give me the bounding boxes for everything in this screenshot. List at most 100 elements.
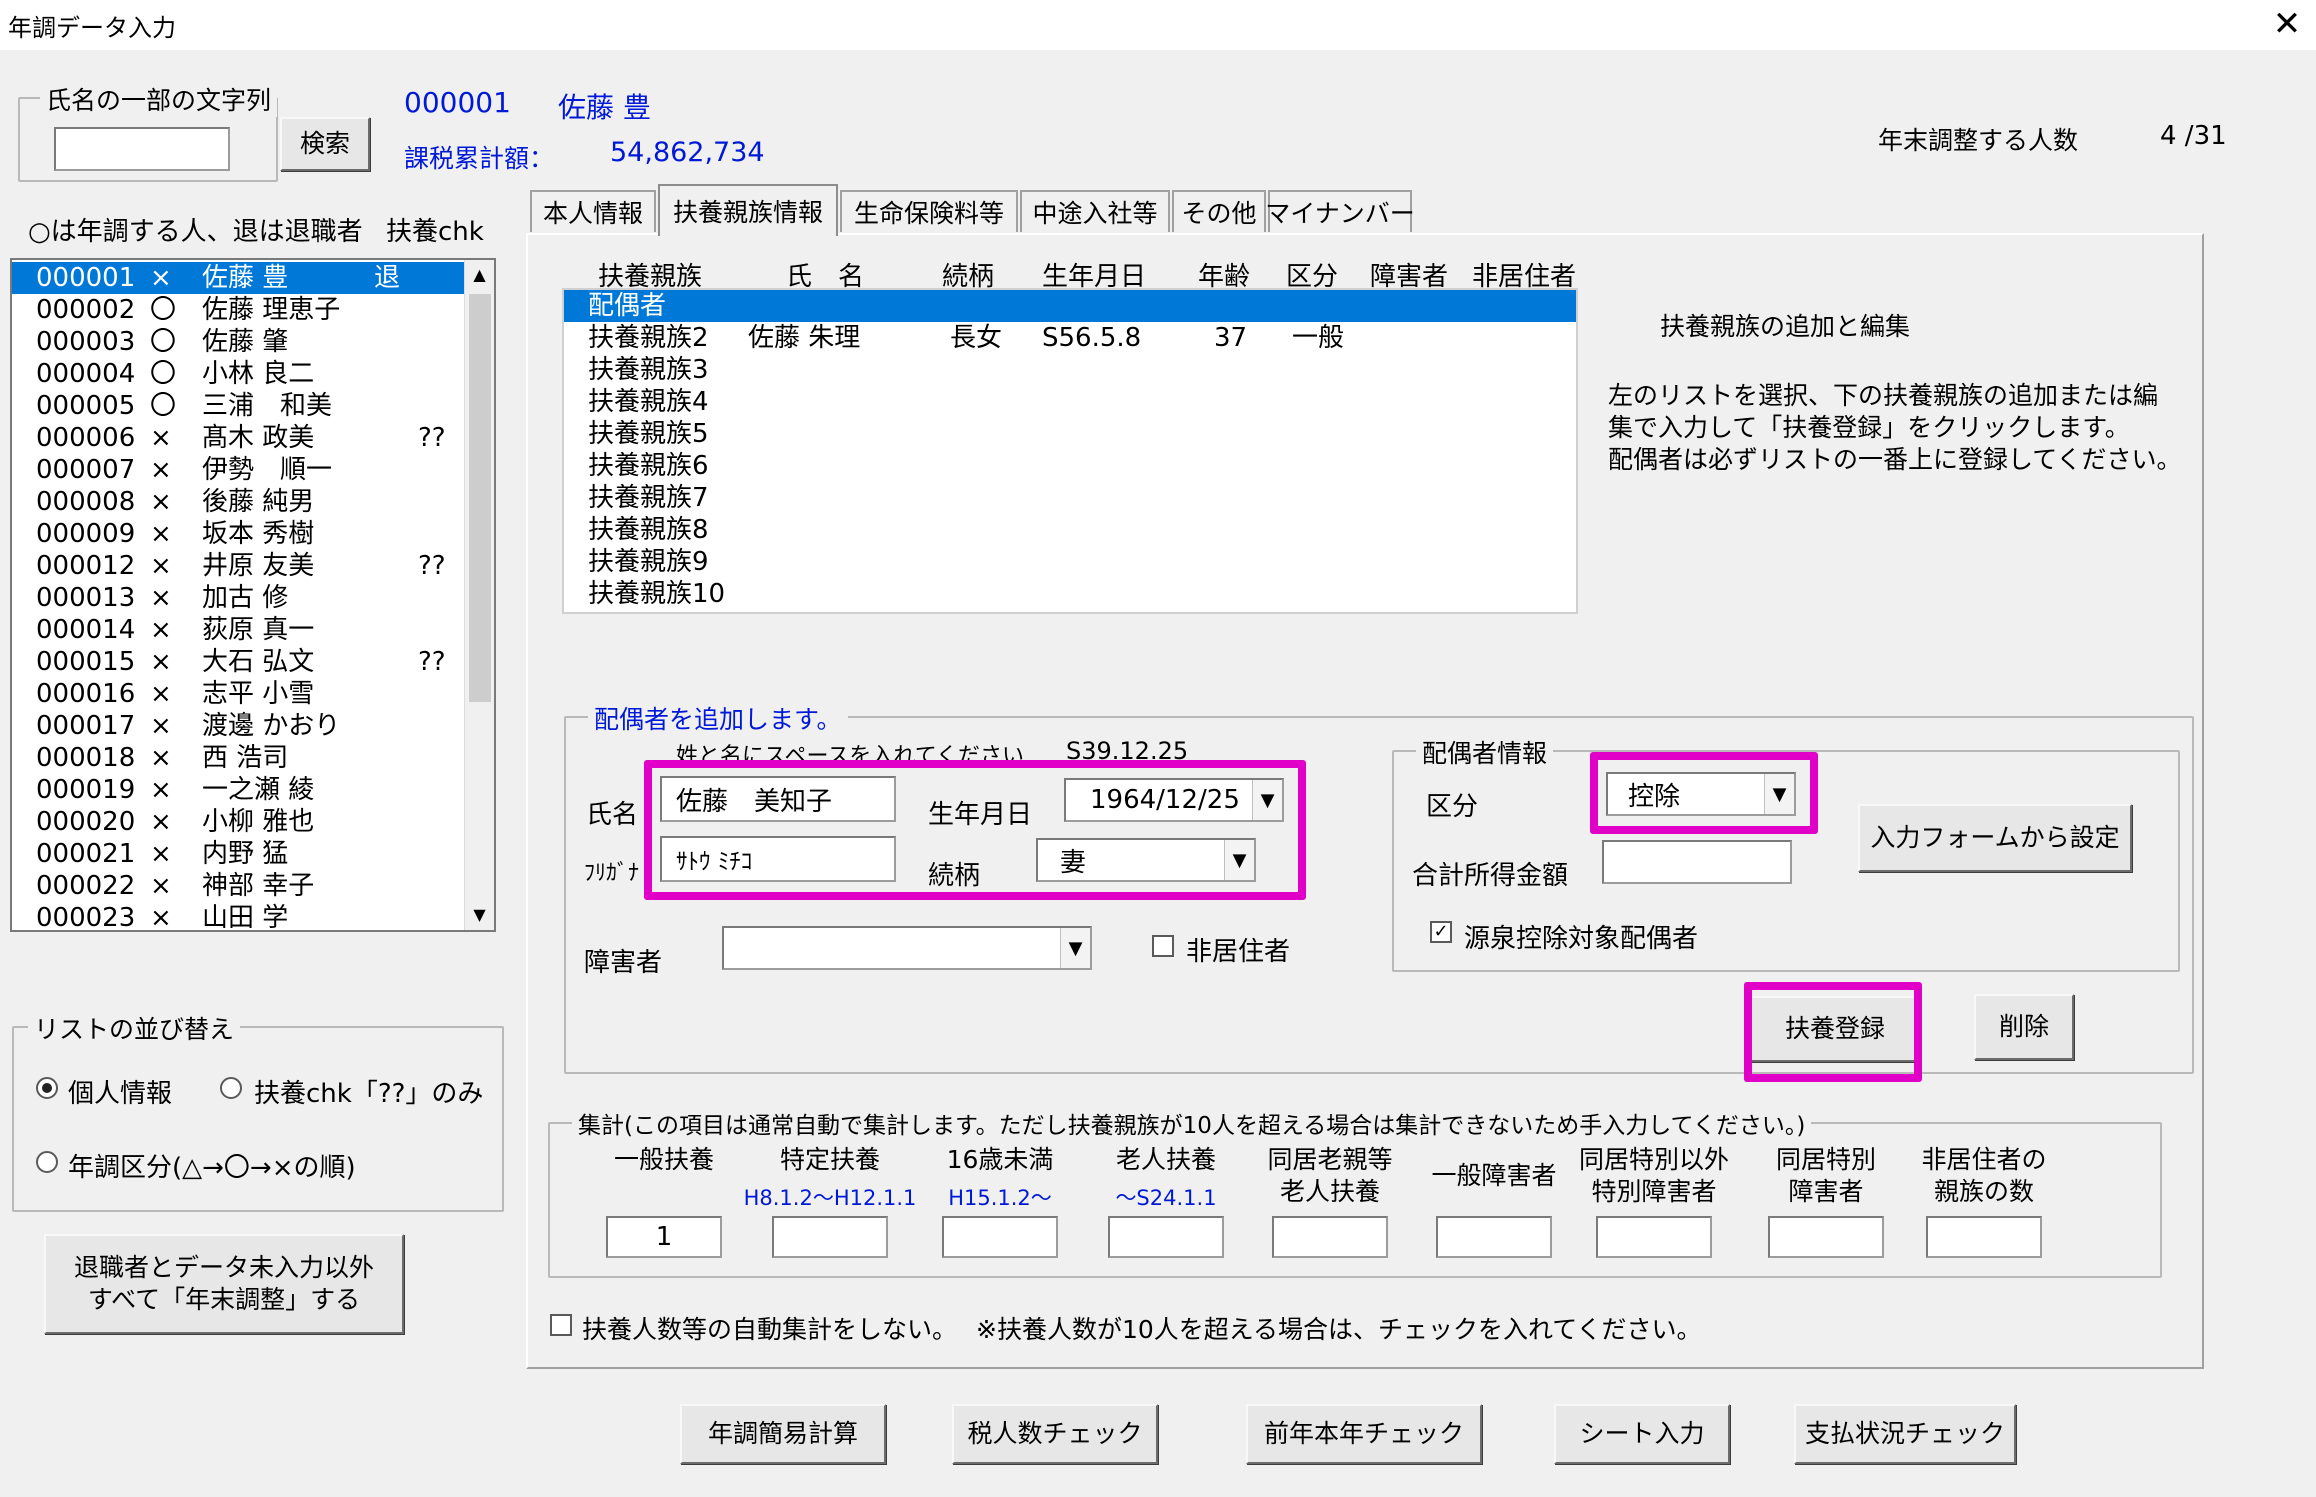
dependent-list-item[interactable]: 配偶者 xyxy=(564,290,1576,322)
tab-life-insurance[interactable]: 生命保険料等 xyxy=(840,190,1018,232)
dependent-list-item[interactable]: 扶養親族9 xyxy=(564,546,1576,578)
dependent-list-item[interactable]: 扶養親族5 xyxy=(564,418,1576,450)
employee-id-cell: 000012 xyxy=(36,551,136,581)
employee-list-item[interactable]: 000016 × 志平 小雪 xyxy=(12,678,466,710)
sort-radio-personal[interactable] xyxy=(36,1077,58,1099)
totals-input[interactable] xyxy=(1768,1216,1884,1258)
totals-input[interactable] xyxy=(1596,1216,1712,1258)
employee-mark-cell: × xyxy=(150,519,172,549)
employee-list-item[interactable]: 000006 × 髙木 政美?? xyxy=(12,422,466,454)
kana-input[interactable]: ｻﾄｳ ﾐﾁｺ xyxy=(660,836,896,882)
employee-list-item[interactable]: 000001 × 佐藤 豊 退 xyxy=(12,262,466,294)
dependent-list-item[interactable]: 扶養親族4 xyxy=(564,386,1576,418)
shogai-dropdown-icon[interactable]: ▼ xyxy=(1060,928,1090,968)
relation-dropdown-icon[interactable]: ▼ xyxy=(1224,840,1254,880)
employee-list-item[interactable]: 000021 × 内野 猛 xyxy=(12,838,466,870)
totals-input[interactable] xyxy=(1108,1216,1224,1258)
employee-list-item[interactable]: 000008 × 後藤 純男 xyxy=(12,486,466,518)
dependent-list-item[interactable]: 扶養親族2 佐藤 朱理 長女 S56.5.8 37 一般 xyxy=(564,322,1576,354)
income-input[interactable] xyxy=(1602,840,1792,884)
totals-input[interactable] xyxy=(1926,1216,2042,1258)
employee-list-scrollbar[interactable]: ▲ ▼ xyxy=(464,260,494,930)
employee-list-item[interactable]: 000018 × 西 浩司 xyxy=(12,742,466,774)
bulk-adjust-button[interactable]: 退職者とデータ未入力以外 すべて「年末調整」する xyxy=(44,1234,404,1334)
employee-mark-cell: × xyxy=(150,711,172,741)
spouse-kubun-dropdown[interactable]: 控除 ▼ xyxy=(1606,772,1796,816)
prev-year-check-button[interactable]: 前年本年チェック xyxy=(1246,1404,1482,1464)
totals-input[interactable] xyxy=(1436,1216,1552,1258)
edit-group-label: 配偶者を追加します。 xyxy=(588,700,848,736)
employee-name-cell: 志平 小雪 xyxy=(202,679,315,709)
no-auto-total-checkbox[interactable] xyxy=(550,1314,572,1336)
payment-check-button[interactable]: 支払状況チェック xyxy=(1794,1404,2016,1464)
birth-label: 生年月日 xyxy=(928,800,1033,830)
close-icon[interactable]: ✕ xyxy=(2264,2,2310,46)
scroll-up-icon[interactable]: ▲ xyxy=(465,260,494,290)
totals-input[interactable]: 1 xyxy=(606,1216,722,1258)
employee-list-item[interactable]: 000014 × 荻原 真一 xyxy=(12,614,466,646)
input-form-setup-button[interactable]: 入力フォームから設定 xyxy=(1858,804,2132,872)
employee-list-item[interactable]: 000007 × 伊勢 順一 xyxy=(12,454,466,486)
search-input[interactable] xyxy=(54,127,230,171)
dependent-list-item[interactable]: 扶養親族8 xyxy=(564,514,1576,546)
sheet-input-button[interactable]: シート入力 xyxy=(1554,1404,1730,1464)
name-input[interactable]: 佐藤 美知子 xyxy=(660,776,896,822)
birth-dropdown[interactable]: 1964/12/25 ▼ xyxy=(1064,778,1284,822)
gensen-checkbox[interactable]: ✓ xyxy=(1430,921,1452,943)
dependent-age-cell: 37 xyxy=(1214,323,1248,353)
tab-mid-join[interactable]: 中途入社等 xyxy=(1020,190,1170,232)
employee-mark-cell: 〇 xyxy=(150,359,177,389)
dependent-type-cell: 扶養親族4 xyxy=(588,387,709,417)
dependent-list-item[interactable]: 扶養親族10 xyxy=(564,578,1576,610)
employee-list-item[interactable]: 000013 × 加古 修 xyxy=(12,582,466,614)
relation-dropdown[interactable]: 妻 ▼ xyxy=(1036,838,1256,882)
nonresident-checkbox[interactable] xyxy=(1152,935,1174,957)
shogai-dropdown[interactable]: ▼ xyxy=(722,926,1092,970)
dependents-list[interactable]: 配偶者 扶養親族2 佐藤 朱理 長女 S56.5.8 37 一般 扶養親族3 扶養親族4 扶養親族… xyxy=(562,288,1578,614)
dependent-list-item[interactable]: 扶養親族6 xyxy=(564,450,1576,482)
employee-list-item[interactable]: 000009 × 坂本 秀樹 xyxy=(12,518,466,550)
tab-dependents[interactable]: 扶養親族情報 xyxy=(658,184,838,236)
totals-input[interactable] xyxy=(772,1216,888,1258)
dependent-type-cell: 扶養親族6 xyxy=(588,451,709,481)
spouse-kubun-dropdown-icon[interactable]: ▼ xyxy=(1764,774,1794,814)
edit-hint: 姓と名にスペースを入れてください xyxy=(676,744,1025,769)
totals-header: 同居特別以外 xyxy=(1578,1145,1729,1174)
employee-list-item[interactable]: 000023 × 山田 学 xyxy=(12,902,466,930)
employee-mark-cell: × xyxy=(150,583,172,613)
scroll-down-icon[interactable]: ▼ xyxy=(465,900,494,930)
employee-list-item[interactable]: 000019 × 一之瀬 綾 xyxy=(12,774,466,806)
dependent-list-item[interactable]: 扶養親族7 xyxy=(564,482,1576,514)
search-button[interactable]: 検索 xyxy=(280,117,370,171)
employee-list-item[interactable]: 000012 × 井原 友美?? xyxy=(12,550,466,582)
employee-name-cell: 山田 学 xyxy=(202,903,289,930)
birth-dropdown-icon[interactable]: ▼ xyxy=(1252,780,1282,820)
dependent-list-item[interactable]: 扶養親族3 xyxy=(564,354,1576,386)
register-dependent-button[interactable]: 扶養登録 xyxy=(1750,996,1920,1062)
employee-id-cell: 000002 xyxy=(36,295,136,325)
simple-calc-button[interactable]: 年調簡易計算 xyxy=(680,1404,886,1464)
employee-name-cell: 西 浩司 xyxy=(202,743,289,773)
sort-radio-kubun[interactable] xyxy=(36,1151,58,1173)
spouse-info-label: 配偶者情報 xyxy=(1416,734,1554,770)
sort-group-label: リストの並び替え xyxy=(28,1010,241,1046)
employee-list-item[interactable]: 000003 〇佐藤 肇 xyxy=(12,326,466,358)
employee-list-item[interactable]: 000017 × 渡邊 かおり xyxy=(12,710,466,742)
employee-list-item[interactable]: 000015 × 大石 弘文?? xyxy=(12,646,466,678)
totals-input[interactable] xyxy=(942,1216,1058,1258)
employee-name-cell: 大石 弘文 xyxy=(202,647,315,677)
employee-list-item[interactable]: 000002 〇佐藤 理恵子 xyxy=(12,294,466,326)
employee-list-item[interactable]: 000004 〇小林 良二 xyxy=(12,358,466,390)
tab-mynumber[interactable]: マイナンバー xyxy=(1265,190,1415,232)
employee-list-item[interactable]: 000005 〇三浦 和美 xyxy=(12,390,466,422)
employee-list[interactable]: 000001 × 佐藤 豊退 000002 〇佐藤 理恵子 000003 〇佐藤 肇 0000… xyxy=(10,258,496,932)
delete-dependent-button[interactable]: 削除 xyxy=(1974,994,2074,1060)
employee-list-item[interactable]: 000020 × 小柳 雅也 xyxy=(12,806,466,838)
scroll-thumb[interactable] xyxy=(469,294,491,702)
tax-count-check-button[interactable]: 税人数チェック xyxy=(952,1404,1158,1464)
sort-radio-chk[interactable] xyxy=(220,1077,242,1099)
totals-input[interactable] xyxy=(1272,1216,1388,1258)
tab-other[interactable]: その他 xyxy=(1172,190,1266,232)
tab-personal[interactable]: 本人情報 xyxy=(530,190,656,232)
employee-list-item[interactable]: 000022 × 神部 幸子 xyxy=(12,870,466,902)
